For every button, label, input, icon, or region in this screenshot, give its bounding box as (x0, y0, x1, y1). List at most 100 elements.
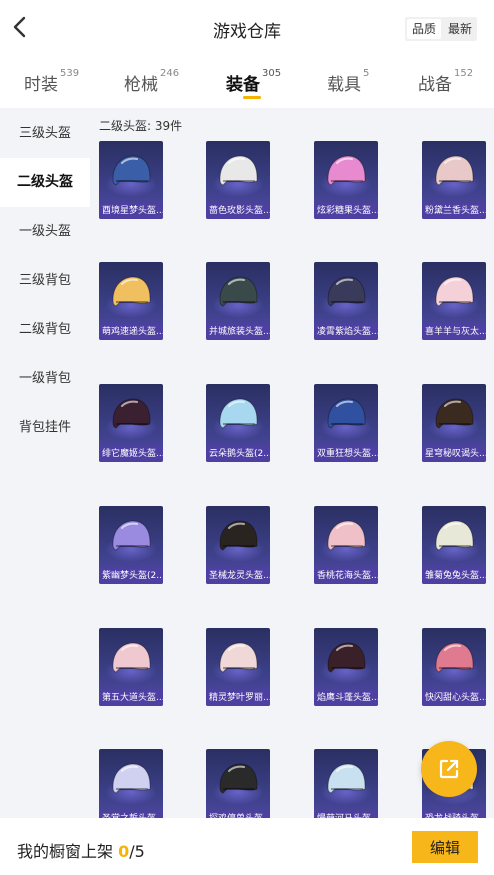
sidebar-item-level3-helmet[interactable]: 三级头盔 (0, 109, 90, 158)
helmet-name: 并城旅装头盔... (206, 324, 270, 340)
tab-count: 246 (160, 68, 180, 79)
helmet-card[interactable]: 喜羊羊与灰太... (422, 262, 486, 340)
helmet-icon (435, 155, 474, 186)
helmet-card[interactable]: 快闪甜心头盔... (422, 628, 486, 706)
helmet-icon (219, 398, 258, 429)
helmet-icon (327, 763, 366, 794)
share-button[interactable] (421, 741, 477, 797)
helmet-name: 炫彩糖果头盔... (314, 203, 378, 219)
helmet-name: 香桃花海头盔... (314, 568, 378, 584)
helmet-card[interactable]: 凌霄紫焰头盔... (314, 262, 378, 340)
helmet-name: 酉境星梦头盔... (99, 203, 163, 219)
helmet-card[interactable]: 第五大道头盔... (99, 628, 163, 706)
tab-count: 5 (363, 68, 370, 79)
helmet-name: 凌霄紫焰头盔... (314, 324, 378, 340)
helmet-card[interactable]: 焰鹰斗蓬头盔... (314, 628, 378, 706)
helmet-icon (219, 155, 258, 186)
tab-outfits[interactable]: 时装539 (24, 68, 80, 95)
category-tabs: 时装539 枪械246 装备305 载具5 战备152 (0, 58, 494, 108)
sort-newest-option[interactable]: 最新 (443, 17, 477, 41)
helmet-card[interactable]: 慢萌河马头盔... (314, 749, 378, 818)
helmet-name: 喜羊羊与灰太... (422, 324, 486, 340)
helmet-icon (435, 642, 474, 673)
edit-button[interactable]: 编辑 (412, 831, 478, 863)
showcase-total: /5 (129, 842, 145, 861)
helmet-icon (219, 276, 258, 307)
sidebar-item-level1-backpack[interactable]: 一级背包 (0, 354, 90, 403)
helmet-name: 蔷色玫影头盔... (206, 203, 270, 219)
tab-weapons[interactable]: 枪械246 (124, 68, 180, 95)
helmet-card[interactable]: 蔷色玫影头盔... (206, 141, 270, 219)
helmet-card[interactable]: 绯它魔姬头盔... (99, 384, 163, 462)
helmet-icon (327, 642, 366, 673)
helmet-icon (435, 276, 474, 307)
sidebar-item-level1-helmet[interactable]: 一级头盔 (0, 207, 90, 256)
warehouse-screen: 游戏仓库 品质 最新 时装539 枪械246 装备305 载具5 战备152 三… (0, 0, 494, 875)
tab-label: 战备 (418, 75, 452, 95)
tab-count: 152 (454, 68, 474, 79)
tab-label: 载具 (327, 75, 361, 95)
helmet-name: 双重狂想头盔... (314, 446, 378, 462)
sidebar-item-level3-backpack[interactable]: 三级背包 (0, 256, 90, 305)
helmet-name: 精灵梦叶罗丽... (206, 690, 270, 706)
tab-count: 539 (60, 68, 80, 79)
tab-equipment[interactable]: 装备305 (226, 68, 282, 95)
tab-label: 装备 (226, 75, 260, 95)
helmet-icon (327, 398, 366, 429)
showcase-status: 我的橱窗上架 0/5 (17, 838, 145, 862)
helmet-card[interactable]: 精灵梦叶罗丽... (206, 628, 270, 706)
section-title: 二级头盔: 39件 (99, 119, 183, 133)
helmet-card[interactable]: 紫幽梦头盔(2... (99, 506, 163, 584)
sidebar-item-level2-helmet[interactable]: 二级头盔 (0, 158, 90, 207)
showcase-label: 我的橱窗上架 (17, 842, 119, 861)
helmet-card[interactable]: 探鸡停兽头盔... (206, 749, 270, 818)
helmet-name: 第五大道头盔... (99, 690, 163, 706)
helmet-name: 圣堂之誓头盔... (99, 811, 163, 818)
sort-toggle: 品质 最新 (405, 17, 477, 41)
helmet-card[interactable]: 香桃花海头盔... (314, 506, 378, 584)
bottom-bar: 我的橱窗上架 0/5 编辑 (0, 818, 494, 875)
helmet-icon (219, 763, 258, 794)
showcase-count: 0 (118, 842, 130, 861)
helmet-name: 雏菊兔兔头盔... (422, 568, 486, 584)
helmet-card[interactable]: 星穹秘叹谒头... (422, 384, 486, 462)
helmet-icon (112, 276, 151, 307)
helmet-name: 星穹秘叹谒头... (422, 446, 486, 462)
helmet-name: 萌鸡速递头盔... (99, 324, 163, 340)
helmet-icon (327, 155, 366, 186)
sort-quality-option[interactable]: 品质 (407, 19, 441, 39)
tab-count: 305 (262, 68, 282, 79)
helmet-icon (112, 520, 151, 551)
helmet-name: 快闪甜心头盔... (422, 690, 486, 706)
helmet-name: 恐龙战骑头盔... (422, 811, 486, 818)
helmet-card[interactable]: 酉境星梦头盔... (99, 141, 163, 219)
helmet-icon (327, 520, 366, 551)
active-tab-indicator (243, 96, 261, 99)
helmet-icon (112, 763, 151, 794)
helmet-card[interactable]: 粉黛兰香头盔... (422, 141, 486, 219)
tab-label: 时装 (24, 75, 58, 95)
helmet-card[interactable]: 圣堂之誓头盔... (99, 749, 163, 818)
helmet-card[interactable]: 云朵鹅头盔(2... (206, 384, 270, 462)
helmet-card[interactable]: 雏菊兔兔头盔... (422, 506, 486, 584)
helmet-name: 圣械龙灵头盔... (206, 568, 270, 584)
helmet-name: 绯它魔姬头盔... (99, 446, 163, 462)
helmet-card[interactable]: 萌鸡速递头盔... (99, 262, 163, 340)
helmet-name: 紫幽梦头盔(2... (99, 568, 163, 584)
helmet-icon (435, 520, 474, 551)
sidebar-item-backpack-charm[interactable]: 背包挂件 (0, 403, 90, 452)
helmet-card[interactable]: 圣械龙灵头盔... (206, 506, 270, 584)
sidebar-item-level2-backpack[interactable]: 二级背包 (0, 305, 90, 354)
helmet-icon (435, 398, 474, 429)
helmet-icon (327, 276, 366, 307)
external-link-icon (439, 759, 459, 779)
helmet-card[interactable]: 并城旅装头盔... (206, 262, 270, 340)
tab-supplies[interactable]: 战备152 (418, 68, 474, 95)
helmet-icon (112, 398, 151, 429)
tab-label: 枪械 (124, 75, 158, 95)
item-grid: 二级头盔: 39件 酉境星梦头盔... 蔷色玫影头盔... 炫彩糖果头盔... 粉黛兰… (90, 108, 494, 818)
helmet-card[interactable]: 双重狂想头盔... (314, 384, 378, 462)
tab-vehicles[interactable]: 载具5 (327, 68, 370, 95)
helmet-name: 粉黛兰香头盔... (422, 203, 486, 219)
helmet-card[interactable]: 炫彩糖果头盔... (314, 141, 378, 219)
